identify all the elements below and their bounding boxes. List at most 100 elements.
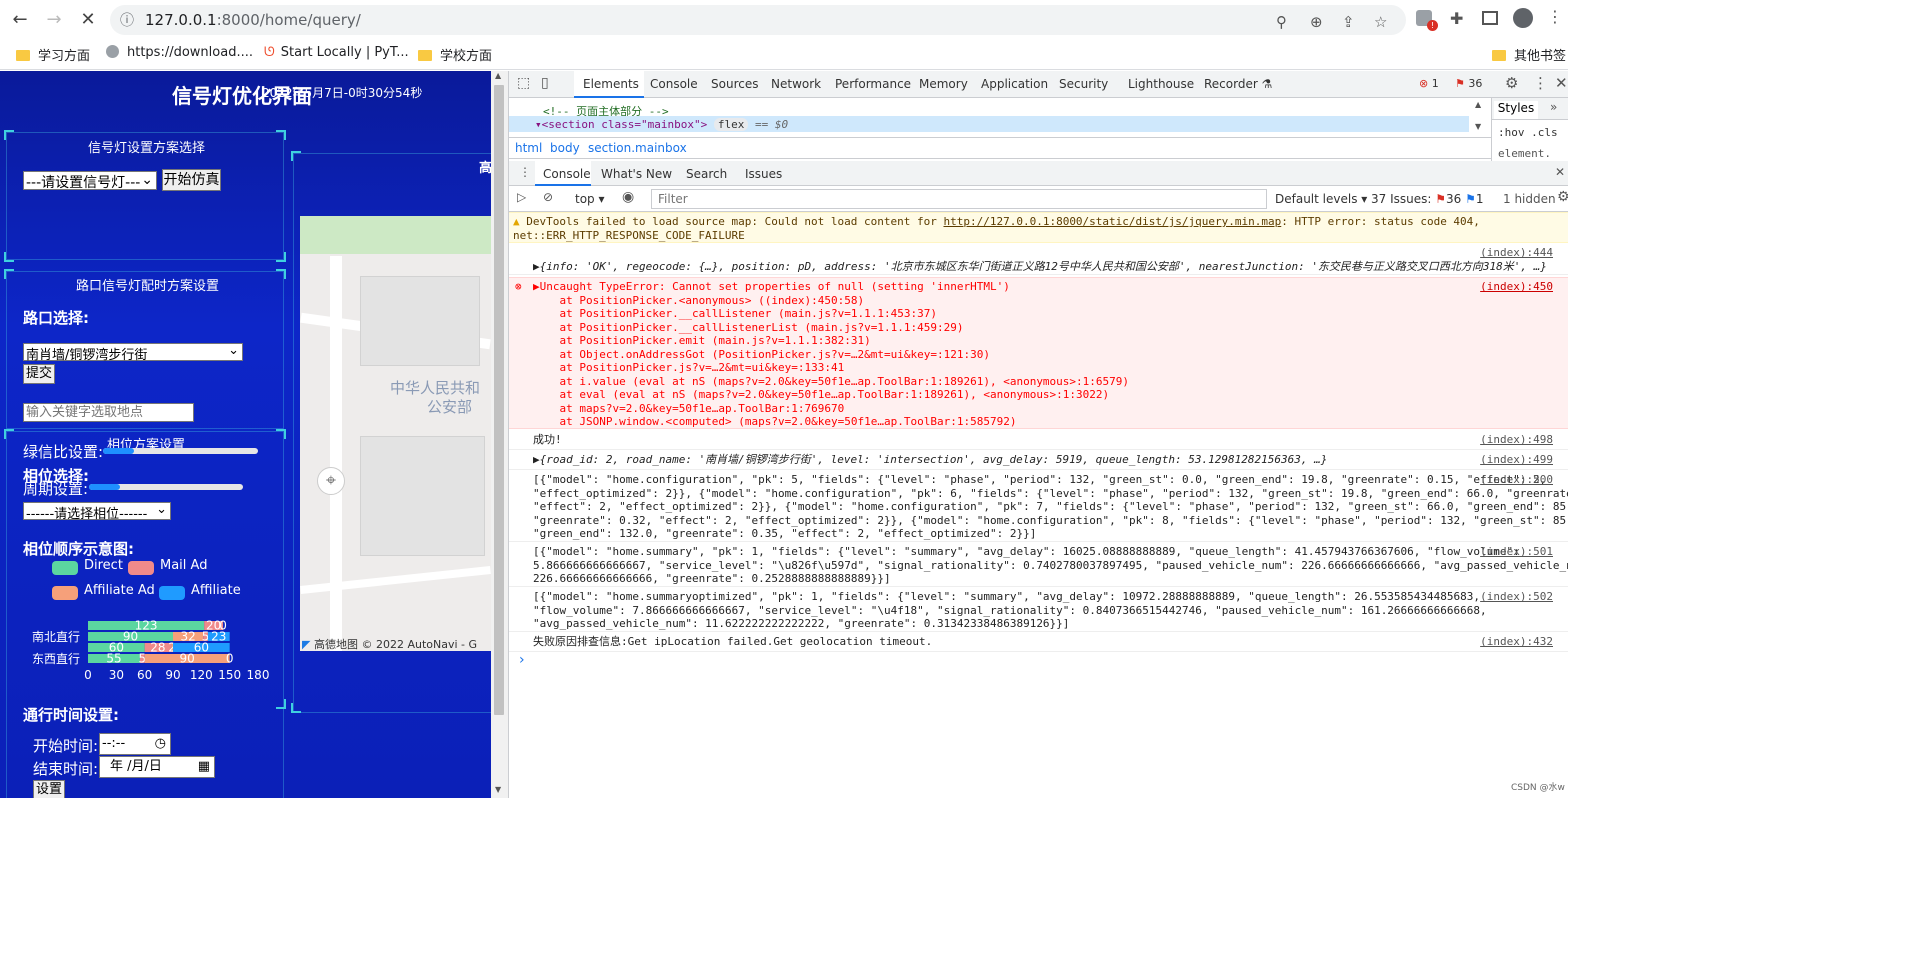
console-error-row[interactable]: ⊗ (index):450 ▶Uncaught TypeError: Cannot … [509, 277, 1568, 429]
console-settings-icon[interactable]: ⚙ [1557, 189, 1568, 205]
legend-swatch[interactable] [52, 586, 78, 600]
tab-lighthouse[interactable]: Lighthouse [1128, 77, 1194, 91]
tab-styles[interactable]: Styles [1494, 101, 1538, 119]
breadcrumb-html[interactable]: html [515, 141, 542, 155]
error-counter[interactable]: ⊗ 1 [1419, 77, 1439, 90]
devtools-menu-icon[interactable]: ⋮ [1533, 74, 1548, 92]
forward-icon[interactable]: → [42, 8, 66, 32]
log-levels-dropdown[interactable]: Default levels ▾ [1275, 192, 1367, 206]
console-log-row[interactable]: ▶{road_id: 2, road_name: '南肖墙/铜锣湾步行街', l… [509, 451, 1568, 470]
back-icon[interactable]: ← [8, 8, 32, 32]
source-link[interactable]: (index):432 [1480, 635, 1553, 649]
locate-icon[interactable]: ⌖ [317, 467, 345, 495]
info-icon[interactable]: ⓘ [120, 10, 134, 30]
warning-counter[interactable]: ⚑ 36 [1455, 77, 1482, 90]
dom-section-node[interactable]: ▾<section class="mainbox"> flex == $0 [535, 118, 788, 131]
submit-button[interactable]: 提交 [23, 364, 55, 384]
styles-hov-cls[interactable]: :hov .cls [1498, 126, 1558, 139]
tab-memory[interactable]: Memory [919, 77, 968, 91]
cycle-slider[interactable] [89, 484, 243, 490]
place-search-input[interactable] [23, 403, 194, 422]
drawer-tab-whats-new[interactable]: What's New [601, 167, 672, 181]
issues-counter[interactable]: 37 Issues: ⚑36 ⚑1 [1371, 192, 1484, 206]
console-line: at i.value (eval at nS (maps?v=2.0&key=5… [533, 374, 1130, 388]
dom-scroll-down-icon[interactable]: ▼ [1475, 122, 1481, 131]
stop-loading-icon[interactable]: ✕ [76, 8, 100, 32]
legend-label[interactable]: Direct [84, 558, 123, 573]
bookmark-star-icon[interactable]: ☆ [1374, 13, 1387, 31]
intersection-select[interactable]: 南肖墙/铜锣湾步行街 ⌄ [23, 343, 243, 363]
scrollbar-thumb[interactable] [494, 85, 504, 715]
drawer-tab-search[interactable]: Search [686, 167, 727, 181]
puzzle-icon[interactable]: ✚ [1450, 9, 1463, 28]
tab-console[interactable]: Console [650, 77, 698, 91]
amap-map[interactable]: 中华人民共和 公安部 ⌖ ◤ 高德地图 © 2022 AutoNavi - G [300, 216, 491, 651]
green-ratio-slider[interactable] [103, 448, 258, 454]
source-link[interactable]: (index):498 [1480, 433, 1553, 447]
legend-label[interactable]: Affiliate Ad [84, 583, 155, 598]
breadcrumb-section[interactable]: section.mainbox [588, 141, 687, 155]
phase-select[interactable]: ------请选择相位------ ⌄ [23, 502, 171, 522]
scroll-down-icon[interactable]: ▼ [495, 785, 501, 794]
location-icon[interactable]: ⚲ [1276, 13, 1287, 31]
context-select[interactable]: top ▾ [575, 192, 605, 206]
device-toolbar-icon[interactable]: ▯ [541, 75, 549, 91]
bookmark-download[interactable]: https://download.... [106, 45, 253, 60]
tab-security[interactable]: Security [1059, 77, 1108, 91]
scheme-select[interactable]: ---请设置信号灯--- ⌄ [23, 171, 157, 191]
zoom-icon[interactable]: ⊕ [1310, 13, 1323, 31]
tab-sources[interactable]: Sources [711, 77, 758, 91]
breadcrumb-body[interactable]: body [550, 141, 580, 155]
tab-elements[interactable]: Elements [583, 77, 639, 91]
other-bookmarks[interactable]: 其他书签 [1492, 45, 1566, 64]
inspect-element-icon[interactable]: ⬚ [517, 75, 530, 91]
legend-swatch[interactable] [128, 561, 154, 575]
more-tabs-icon[interactable]: » [1550, 100, 1557, 114]
share-icon[interactable]: ⇪ [1342, 13, 1355, 31]
tab-network[interactable]: Network [771, 77, 821, 91]
tab-recorder[interactable]: Recorder ⚗ [1204, 77, 1272, 91]
bookmark-folder-study[interactable]: 学习方面 [16, 45, 90, 64]
legend-swatch[interactable] [52, 561, 78, 575]
live-expression-eye-icon[interactable]: ◉ [622, 189, 634, 205]
legend-label[interactable]: Affiliate [191, 583, 241, 598]
console-filter-input[interactable] [651, 189, 1267, 209]
flex-badge[interactable]: flex [713, 118, 749, 131]
source-link[interactable]: (index):499 [1480, 453, 1553, 467]
console-log-row[interactable]: (index):444 ▶{info: 'OK', regeocode: {…}… [509, 245, 1568, 275]
profile-avatar[interactable] [1513, 8, 1533, 28]
source-link[interactable]: (index):501 [1480, 545, 1553, 559]
sidebar-toggle-icon[interactable]: ▷ [517, 190, 526, 204]
start-simulation-button[interactable]: 开始仿真 [162, 169, 221, 191]
address-bar[interactable]: ⓘ 127.0.0.1:8000/home/query/ ⚲ ⊕ ⇪ ☆ [110, 5, 1406, 35]
dom-scroll-up-icon[interactable]: ▲ [1475, 100, 1481, 109]
side-panel-icon[interactable] [1482, 11, 1498, 25]
close-devtools-icon[interactable]: ✕ [1555, 74, 1568, 92]
source-link[interactable]: (index):502 [1480, 590, 1553, 604]
page-scrollbar[interactable]: ▲ ▼ [491, 71, 508, 798]
bookmark-folder-school[interactable]: 学校方面 [418, 45, 492, 64]
clear-console-icon[interactable]: ⊘ [543, 190, 553, 204]
legend-swatch[interactable] [159, 586, 185, 600]
bar-data-label: 55 [106, 652, 121, 666]
drawer-tab-issues[interactable]: Issues [745, 167, 782, 181]
menu-kebab-icon[interactable]: ⋮ [1547, 7, 1563, 26]
sourcemap-link[interactable]: http://127.0.0.1:8000/static/dist/js/jqu… [943, 215, 1281, 228]
drawer-menu-icon[interactable]: ⋮ [519, 165, 531, 179]
end-date-input[interactable]: 年 /月/日 ▦ [99, 756, 215, 778]
tab-application[interactable]: Application [981, 77, 1048, 91]
tab-performance[interactable]: Performance [835, 77, 911, 91]
scroll-up-icon[interactable]: ▲ [495, 71, 501, 80]
drawer-tab-console[interactable]: Console [543, 167, 591, 181]
legend-label[interactable]: Mail Ad [160, 558, 207, 573]
source-link[interactable]: (index):500 [1480, 473, 1553, 487]
url-text[interactable]: 127.0.0.1:8000/home/query/ [145, 11, 361, 29]
close-drawer-icon[interactable]: ✕ [1555, 165, 1565, 179]
settings-gear-icon[interactable]: ⚙ [1505, 74, 1518, 92]
source-link[interactable]: (index):444 [1480, 246, 1553, 260]
source-link[interactable]: (index):450 [1480, 280, 1553, 294]
bookmark-pytorch[interactable]: ᘎ Start Locally | PyT... [264, 45, 409, 60]
console-prompt[interactable]: › [519, 652, 525, 668]
start-time-input[interactable]: --:-- ◷ [99, 733, 171, 755]
set-button[interactable]: 设置 [33, 780, 65, 798]
